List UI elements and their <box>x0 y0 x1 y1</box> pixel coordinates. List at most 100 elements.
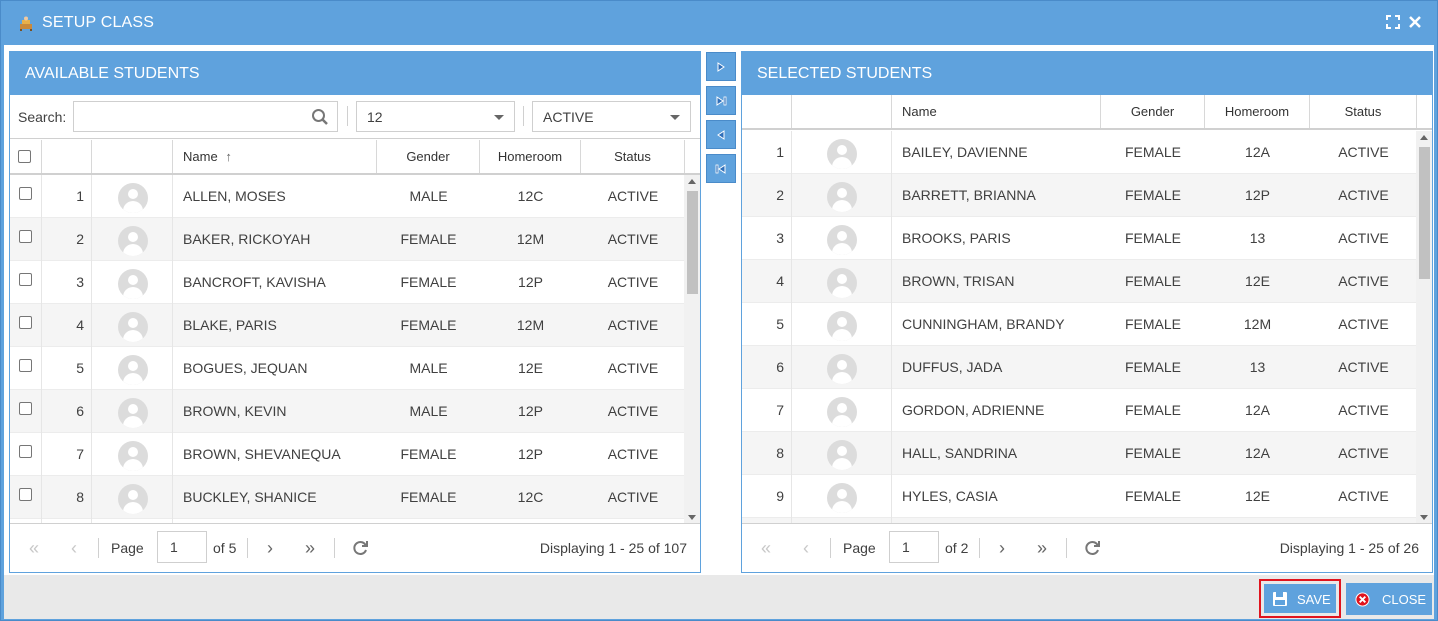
row-checkbox[interactable] <box>19 402 32 415</box>
table-row[interactable]: 4 BLAKE, PARIS FEMALE 12M ACTIVE <box>10 304 684 347</box>
student-gender: FEMALE <box>1124 230 1181 246</box>
previous-page-icon[interactable]: ‹ <box>797 539 815 557</box>
select-all-checkbox[interactable] <box>18 150 31 163</box>
avatar <box>827 397 857 427</box>
scroll-down-icon[interactable] <box>1420 515 1428 520</box>
row-checkbox[interactable] <box>19 488 32 501</box>
maximize-icon[interactable] <box>1385 14 1401 30</box>
page-number-input[interactable]: 1 <box>157 531 207 563</box>
table-row[interactable]: 6 DUFFUS, JADA FEMALE 13 ACTIVE <box>742 346 1416 389</box>
row-number: 2 <box>742 174 792 217</box>
search-icon[interactable] <box>311 108 329 126</box>
table-row[interactable]: 8 HALL, SANDRINA FEMALE 12A ACTIVE <box>742 432 1416 475</box>
table-row[interactable]: 6 BROWN, KEVIN MALE 12P ACTIVE <box>10 390 684 433</box>
student-name: BAILEY, DAVIENNE <box>902 144 1028 160</box>
student-name: BARRETT, BRIANNA <box>902 187 1036 203</box>
row-checkbox[interactable] <box>19 187 32 200</box>
student-name: BAKER, RICKOYAH <box>183 231 311 247</box>
column-header-status[interactable]: Status <box>581 140 685 173</box>
row-number: 3 <box>742 217 792 260</box>
move-all-left-button[interactable] <box>706 154 736 183</box>
search-input[interactable] <box>73 101 338 132</box>
row-checkbox[interactable] <box>19 359 32 372</box>
avatar <box>118 441 148 471</box>
save-button-label: SAVE <box>1297 592 1331 607</box>
table-row[interactable]: 1 BAILEY, DAVIENNE FEMALE 12A ACTIVE <box>742 131 1416 174</box>
first-page-icon[interactable]: « <box>757 539 775 557</box>
student-homeroom: 12A <box>1245 445 1270 461</box>
available-vertical-scrollbar[interactable] <box>684 175 700 524</box>
column-header-gender[interactable]: Gender <box>1101 95 1205 128</box>
table-row[interactable]: 5 BOGUES, JEQUAN MALE 12E ACTIVE <box>10 347 684 390</box>
selected-rows: 1 BAILEY, DAVIENNE FEMALE 12A ACTIVE 2 B… <box>742 131 1416 524</box>
student-homeroom: 12E <box>1245 273 1270 289</box>
student-status: ACTIVE <box>1338 488 1389 504</box>
table-row[interactable]: 3 BANCROFT, KAVISHA FEMALE 12P ACTIVE <box>10 261 684 304</box>
first-page-icon[interactable]: « <box>25 539 43 557</box>
row-checkbox[interactable] <box>19 445 32 458</box>
save-button[interactable]: SAVE <box>1264 584 1336 613</box>
student-name: BROOKS, PARIS <box>902 230 1011 246</box>
page-count-label: of 2 <box>945 540 969 556</box>
page-number-input[interactable]: 1 <box>889 531 939 563</box>
table-row[interactable]: 2 BARRETT, BRIANNA FEMALE 12P ACTIVE <box>742 174 1416 217</box>
student-status: ACTIVE <box>1338 445 1389 461</box>
refresh-icon[interactable] <box>350 538 370 558</box>
next-page-icon[interactable]: › <box>261 539 279 557</box>
table-row[interactable]: 4 BROWN, TRISAN FEMALE 12E ACTIVE <box>742 260 1416 303</box>
refresh-icon[interactable] <box>1082 538 1102 558</box>
table-row[interactable]: 9 HYLES, CASIA FEMALE 12E ACTIVE <box>742 475 1416 518</box>
grade-select[interactable]: 12 <box>356 101 515 132</box>
table-row[interactable]: 3 BROOKS, PARIS FEMALE 13 ACTIVE <box>742 217 1416 260</box>
sort-ascending-icon: ↑ <box>225 149 232 164</box>
student-homeroom: 12M <box>1243 316 1272 332</box>
row-checkbox[interactable] <box>19 316 32 329</box>
table-row[interactable]: 7 GORDON, ADRIENNE FEMALE 12A ACTIVE <box>742 389 1416 432</box>
row-checkbox[interactable] <box>19 230 32 243</box>
column-header-name[interactable]: Name <box>892 95 1101 128</box>
table-row[interactable]: 5 CUNNINGHAM, BRANDY FEMALE 12M ACTIVE <box>742 303 1416 346</box>
student-homeroom: 12A <box>1245 144 1270 160</box>
table-row[interactable]: 7 BROWN, SHEVANEQUA FEMALE 12P ACTIVE <box>10 433 684 476</box>
table-row[interactable]: 8 BUCKLEY, SHANICE FEMALE 12C ACTIVE <box>10 476 684 519</box>
avatar <box>118 183 148 213</box>
next-page-icon[interactable]: › <box>993 539 1011 557</box>
row-checkbox[interactable] <box>19 273 32 286</box>
scrollbar-thumb[interactable] <box>687 191 698 294</box>
move-all-right-button[interactable] <box>706 86 736 115</box>
column-header-gender[interactable]: Gender <box>377 140 480 173</box>
selected-vertical-scrollbar[interactable] <box>1416 131 1432 524</box>
scroll-up-icon[interactable] <box>1420 135 1428 140</box>
table-row[interactable]: 1 ALLEN, MOSES MALE 12C ACTIVE <box>10 175 684 218</box>
move-selected-right-button[interactable] <box>706 52 736 81</box>
student-gender: FEMALE <box>1124 273 1181 289</box>
close-window-icon[interactable] <box>1407 14 1423 30</box>
column-header-status[interactable]: Status <box>1310 95 1417 128</box>
scrollbar-thumb[interactable] <box>1419 147 1430 279</box>
move-selected-left-button[interactable] <box>706 120 736 149</box>
available-students-title: AVAILABLE STUDENTS <box>10 52 700 95</box>
row-number: 6 <box>42 390 92 433</box>
last-page-icon[interactable]: » <box>301 539 319 557</box>
scroll-down-icon[interactable] <box>688 515 696 520</box>
student-status: ACTIVE <box>1338 187 1389 203</box>
status-select[interactable]: ACTIVE <box>532 101 691 132</box>
column-header-homeroom[interactable]: Homeroom <box>1205 95 1310 128</box>
save-button-highlight: SAVE <box>1259 579 1341 618</box>
student-name: HALL, SANDRINA <box>902 445 1018 461</box>
available-toolbar: Search: 12 ACTIVE <box>10 95 700 139</box>
student-status: ACTIVE <box>607 274 659 290</box>
scroll-up-icon[interactable] <box>688 179 696 184</box>
table-row[interactable]: 2 BAKER, RICKOYAH FEMALE 12M ACTIVE <box>10 218 684 261</box>
last-page-icon[interactable]: » <box>1033 539 1051 557</box>
student-status: ACTIVE <box>1338 359 1389 375</box>
close-button[interactable]: CLOSE <box>1346 583 1432 615</box>
column-header-homeroom[interactable]: Homeroom <box>480 140 581 173</box>
student-name: HYLES, CASIA <box>902 488 998 504</box>
column-header-name[interactable]: Name ↑ <box>173 140 377 173</box>
arrow-left-icon <box>717 130 725 140</box>
student-status: ACTIVE <box>607 446 659 462</box>
student-status: ACTIVE <box>1338 273 1389 289</box>
student-gender: FEMALE <box>400 446 457 462</box>
previous-page-icon[interactable]: ‹ <box>65 539 83 557</box>
